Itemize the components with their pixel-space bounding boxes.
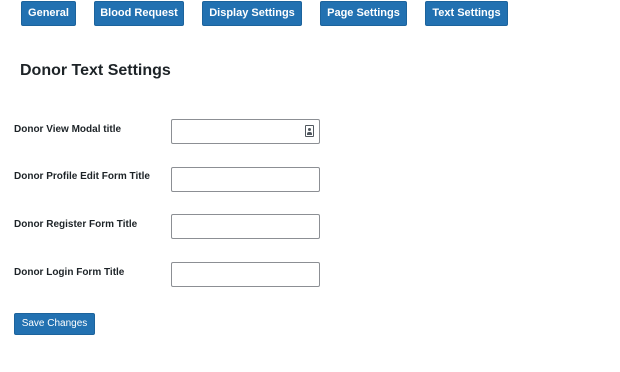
tab-display-settings[interactable]: Display Settings — [202, 1, 302, 26]
tab-blood-request[interactable]: Blood Request — [94, 1, 184, 26]
settings-page: General Blood Request Display Settings P… — [0, 0, 620, 372]
donor-login-form-title-label: Donor Login Form Title — [14, 267, 125, 278]
donor-login-form-title-input[interactable] — [171, 262, 320, 287]
donor-register-form-title-input[interactable] — [171, 214, 320, 239]
donor-profile-edit-form-title-input[interactable] — [171, 167, 320, 192]
page-title: Donor Text Settings — [20, 62, 171, 79]
tab-general[interactable]: General — [21, 1, 76, 26]
donor-view-modal-title-label: Donor View Modal title — [14, 124, 122, 135]
donor-profile-edit-form-title-label: Donor Profile Edit Form Title — [14, 171, 150, 182]
donor-register-form-title-label: Donor Register Form Title — [14, 219, 138, 230]
tab-page-settings[interactable]: Page Settings — [320, 1, 407, 26]
donor-view-modal-title-input[interactable] — [171, 119, 320, 144]
contact-card-icon[interactable] — [305, 125, 314, 137]
tab-text-settings[interactable]: Text Settings — [425, 1, 508, 26]
save-changes-button[interactable]: Save Changes — [14, 313, 95, 335]
